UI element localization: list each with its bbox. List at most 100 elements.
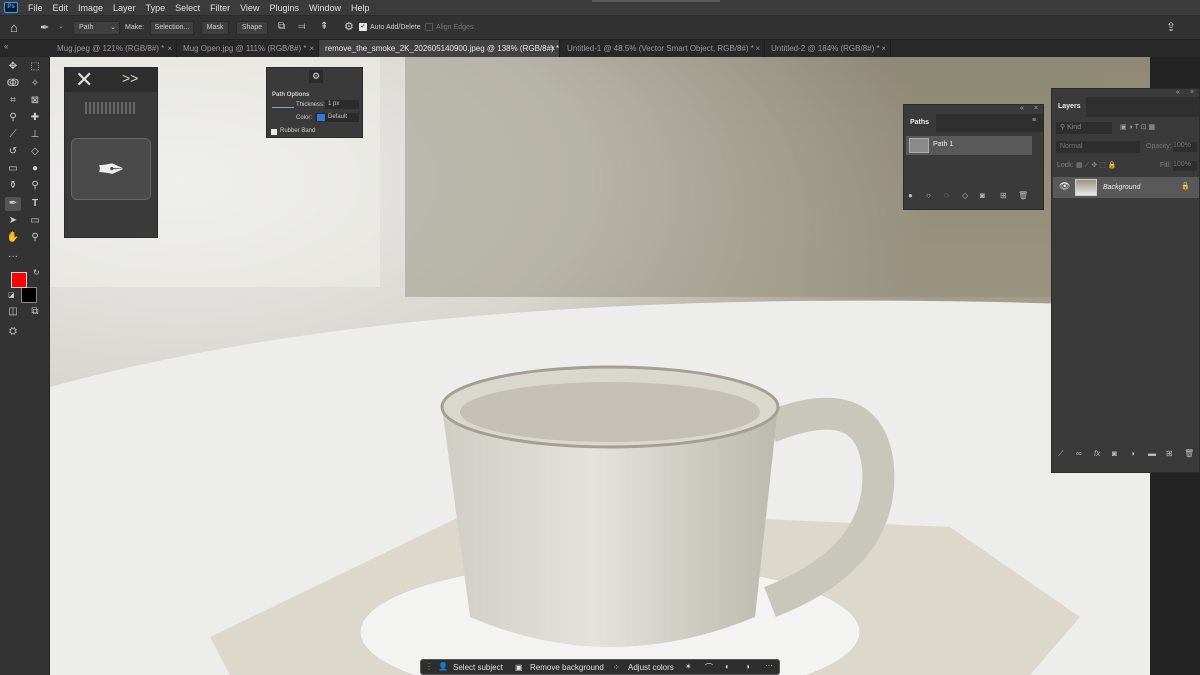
chain-icon[interactable]: ∞	[1076, 449, 1082, 458]
tab-remove-the-smoke[interactable]: remove_the_smoke_2K_202605140900.jpeg @ …	[319, 40, 560, 57]
remove-background-button[interactable]: Remove background	[530, 663, 604, 672]
hand-tool-icon[interactable]: ✋	[5, 231, 21, 245]
collapse-icon[interactable]: «	[1020, 105, 1024, 112]
screen-mode-icon[interactable]: ⧉	[27, 305, 43, 319]
close-icon[interactable]: ✕	[75, 68, 93, 92]
gear-icon[interactable]: ⚙	[309, 70, 323, 83]
add-mask-icon[interactable]: ◙	[980, 191, 985, 200]
fill-input[interactable]: 100%	[1173, 161, 1197, 171]
drag-handle[interactable]	[85, 102, 137, 114]
close-icon[interactable]: ×	[550, 40, 555, 57]
auto-add-delete-checkbox[interactable]: ✓	[359, 23, 367, 31]
mask-icon[interactable]: ◑	[745, 662, 750, 671]
trash-icon[interactable]: 🗑	[1184, 449, 1194, 458]
pen-tool-icon[interactable]: ✒	[40, 21, 49, 34]
align-edges-checkbox[interactable]	[425, 23, 433, 31]
path-arrangement-icon[interactable]: ⇞	[320, 21, 328, 32]
path-operations-icon[interactable]: ⧉	[278, 21, 285, 32]
load-selection-icon[interactable]: ◌	[944, 191, 949, 200]
rubber-band-checkbox[interactable]	[271, 129, 277, 135]
gradient-tool-icon[interactable]: ▭	[5, 162, 21, 176]
mask-button[interactable]: Mask	[201, 21, 229, 35]
rectangle-tool-icon[interactable]: ▭	[27, 214, 43, 228]
more-tools-icon[interactable]: ···	[5, 250, 21, 264]
tab-untitled-1[interactable]: Untitled-1 @ 48.5% (Vector Smart Object,…	[561, 40, 765, 57]
sparkle-icon[interactable]: ✴	[685, 662, 692, 671]
menu-layer[interactable]: Layer	[108, 3, 141, 13]
menu-plugins[interactable]: Plugins	[264, 3, 304, 13]
blur-tool-icon[interactable]: ●	[27, 162, 43, 176]
frame-tool-icon[interactable]: ⊠	[27, 94, 43, 108]
tab-paths[interactable]: Paths	[904, 114, 936, 132]
share-icon[interactable]: ⇪	[1166, 20, 1176, 34]
add-mask-icon[interactable]: ◙	[1112, 449, 1117, 458]
menu-filter[interactable]: Filter	[205, 3, 235, 13]
lock-icons[interactable]: ▦ ⟋ ✥ ⬚ 🔒	[1076, 161, 1117, 170]
panel-menu-icon[interactable]: ≡	[1032, 117, 1036, 124]
edit-toolbar-icon[interactable]: ⛭	[5, 325, 21, 339]
clone-stamp-tool-icon[interactable]: ⊥	[27, 128, 43, 142]
move-tool-icon[interactable]: ✥	[5, 60, 21, 74]
tab-untitled-2[interactable]: Untitled-2 @ 184% (RGB/8#) * ×	[765, 40, 891, 57]
close-icon[interactable]: ×	[755, 40, 760, 57]
quick-mask-icon[interactable]: ◫	[5, 305, 21, 319]
color-select[interactable]: Default	[315, 113, 359, 122]
fill-path-icon[interactable]: ●	[908, 191, 913, 200]
collapse-icon[interactable]: «	[1176, 89, 1180, 96]
close-icon[interactable]: ×	[309, 40, 314, 57]
zoom-in-tool-icon[interactable]: ⚲	[27, 179, 43, 193]
shape-button[interactable]: Shape	[236, 21, 268, 35]
default-colors-icon[interactable]: ◪	[8, 291, 15, 299]
home-icon[interactable]: ⌂	[10, 20, 18, 35]
more-options-icon[interactable]: ···	[765, 661, 773, 670]
adjust-colors-button[interactable]: Adjust colors	[628, 663, 674, 672]
tab-mug-jpeg[interactable]: Mug.jpeg @ 121% (RGB/8#) * ×	[51, 40, 177, 57]
make-work-path-icon[interactable]: ◇	[962, 191, 968, 200]
brush-tool-icon[interactable]: ⟋	[5, 128, 21, 142]
gear-icon[interactable]: ⚙	[344, 20, 354, 33]
link-icon[interactable]: ⟋	[1058, 449, 1064, 459]
blend-mode-select[interactable]: Normal	[1056, 141, 1140, 153]
close-icon[interactable]: ×	[881, 40, 886, 57]
collapse-panels-icon[interactable]: «	[4, 42, 8, 51]
new-path-icon[interactable]: ⊞	[1000, 191, 1007, 200]
selection-button[interactable]: Selection...	[150, 21, 194, 35]
trash-icon[interactable]: 🗑	[1018, 191, 1028, 200]
chevron-down-icon[interactable]: ⌄	[58, 22, 64, 30]
zoom-tool-icon[interactable]: ⚲	[27, 231, 43, 245]
lasso-icon[interactable]: ⌒	[705, 662, 713, 673]
layer-row-background[interactable]: 👁 Background 🔒	[1053, 177, 1199, 198]
tab-mug-open[interactable]: Mug Open.jpg @ 111% (RGB/8#) * ×	[177, 40, 319, 57]
foreground-color-swatch[interactable]	[11, 272, 27, 288]
menu-file[interactable]: File	[23, 3, 48, 13]
menu-window[interactable]: Window	[304, 3, 346, 13]
menu-type[interactable]: Type	[141, 3, 171, 13]
close-icon[interactable]: ×	[1034, 105, 1038, 112]
menu-image[interactable]: Image	[73, 3, 108, 13]
thickness-select[interactable]: 1 px	[325, 100, 359, 109]
eye-icon[interactable]: 👁	[1059, 181, 1070, 192]
pen-tool-icon[interactable]: ✒	[71, 138, 151, 200]
fx-icon[interactable]: fx	[1094, 449, 1100, 458]
lasso-tool-icon[interactable]: ↂ	[5, 77, 21, 91]
menu-edit[interactable]: Edit	[48, 3, 74, 13]
background-color-swatch[interactable]	[21, 287, 37, 303]
stroke-path-icon[interactable]: ○	[926, 191, 931, 200]
opacity-input[interactable]: 100%	[1173, 142, 1197, 152]
path-selection-tool-icon[interactable]: ➤	[5, 214, 21, 228]
tab-layers[interactable]: Layers	[1052, 97, 1086, 117]
eyedropper-tool-icon[interactable]: ⚲	[5, 111, 21, 125]
expand-icon[interactable]: >>	[122, 70, 138, 86]
contrast-icon[interactable]: ◐	[725, 662, 730, 671]
type-tool-icon[interactable]: T	[27, 197, 43, 211]
menu-help[interactable]: Help	[346, 3, 375, 13]
menu-select[interactable]: Select	[170, 3, 205, 13]
layer-filter-select[interactable]: ⚲ Kind	[1056, 122, 1112, 134]
select-subject-button[interactable]: Select subject	[453, 663, 503, 672]
path-alignment-icon[interactable]: ⫤	[298, 21, 306, 32]
group-folder-icon[interactable]: ▬	[1148, 449, 1156, 458]
tool-mode-select[interactable]: Path ⌄	[73, 21, 120, 35]
marquee-tool-icon[interactable]: ⬚	[27, 60, 43, 74]
swap-colors-icon[interactable]: ↻	[33, 268, 40, 277]
healing-brush-tool-icon[interactable]: ✚	[27, 111, 43, 125]
